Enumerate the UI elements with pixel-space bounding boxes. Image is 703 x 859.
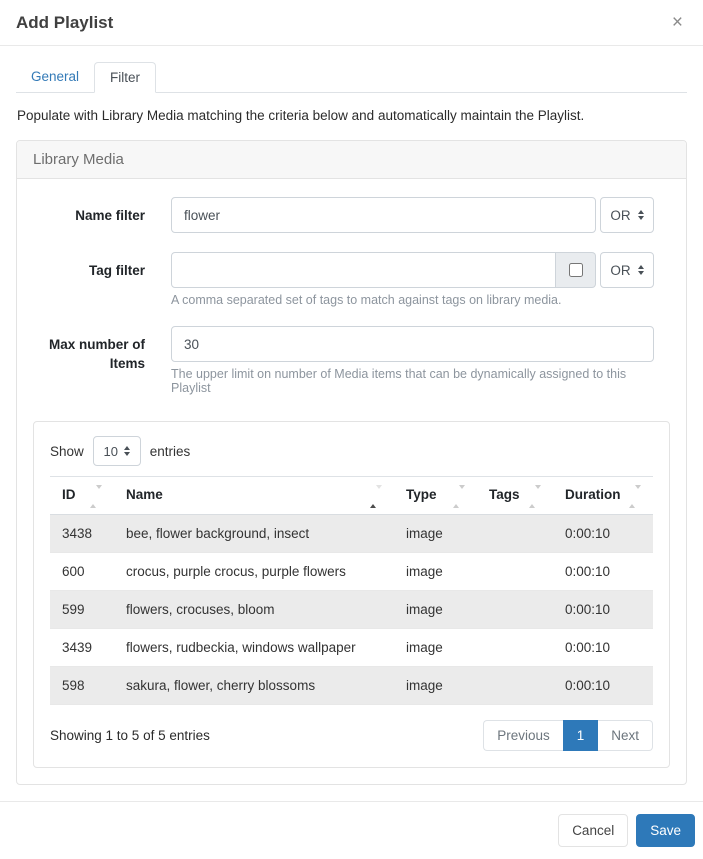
column-header-id[interactable]: ID: [50, 477, 114, 515]
cell-tags: [477, 629, 553, 667]
table-length-control: Show 10 entries: [50, 436, 653, 466]
page-length-select[interactable]: 10: [93, 436, 141, 466]
name-filter-field: OR: [171, 197, 654, 233]
cell-type: image: [394, 515, 477, 553]
column-header-name[interactable]: Name: [114, 477, 394, 515]
cell-type: image: [394, 591, 477, 629]
modal-header: Add Playlist ×: [0, 0, 703, 46]
cell-tags: [477, 667, 553, 705]
table-row: 600 crocus, purple crocus, purple flower…: [50, 553, 653, 591]
library-media-card: Library Media Name filter OR: [16, 140, 687, 785]
sort-asc-icon: [370, 489, 382, 504]
tab-bar: General Filter: [16, 62, 687, 93]
cell-type: image: [394, 629, 477, 667]
name-filter-operator-value: OR: [610, 208, 630, 223]
cell-tags: [477, 591, 553, 629]
select-caret-icon: [638, 265, 644, 275]
cell-type: image: [394, 667, 477, 705]
table-row: 3438 bee, flower background, insect imag…: [50, 515, 653, 553]
table-row: 598 sakura, flower, cherry blossoms imag…: [50, 667, 653, 705]
cancel-button[interactable]: Cancel: [558, 814, 628, 847]
select-caret-icon: [638, 210, 644, 220]
column-header-type[interactable]: Type: [394, 477, 477, 515]
modal-title: Add Playlist: [16, 13, 113, 33]
media-table: ID Name Type: [50, 476, 653, 705]
max-items-help: The upper limit on number of Media items…: [171, 367, 654, 395]
tag-filter-label: Tag filter: [33, 252, 145, 307]
table-row: 3439 flowers, rudbeckia, windows wallpap…: [50, 629, 653, 667]
sort-icon: [629, 489, 641, 504]
cell-duration: 0:00:10: [553, 553, 653, 591]
filter-description: Populate with Library Media matching the…: [17, 108, 686, 123]
tag-filter-input[interactable]: [171, 252, 556, 288]
close-icon[interactable]: ×: [668, 11, 687, 34]
media-table-card: Show 10 entries ID: [33, 421, 670, 768]
cell-id: 600: [50, 553, 114, 591]
tab-filter[interactable]: Filter: [94, 62, 156, 93]
max-items-input[interactable]: [171, 326, 654, 362]
tag-filter-operator-select[interactable]: OR: [600, 252, 654, 288]
modal-body: General Filter Populate with Library Med…: [0, 46, 703, 801]
column-header-duration[interactable]: Duration: [553, 477, 653, 515]
max-items-row: Max number of Items The upper limit on n…: [33, 326, 670, 395]
add-playlist-modal: Add Playlist × General Filter Populate w…: [0, 0, 703, 841]
tab-general[interactable]: General: [16, 62, 94, 93]
sort-icon: [453, 489, 465, 504]
cell-type: image: [394, 553, 477, 591]
cell-id: 3438: [50, 515, 114, 553]
column-header-tags[interactable]: Tags: [477, 477, 553, 515]
select-caret-icon: [124, 446, 130, 456]
cell-name: sakura, flower, cherry blossoms: [114, 667, 394, 705]
cell-id: 599: [50, 591, 114, 629]
name-filter-operator-select[interactable]: OR: [600, 197, 654, 233]
cell-duration: 0:00:10: [553, 629, 653, 667]
name-filter-label: Name filter: [33, 197, 145, 233]
cell-name: bee, flower background, insect: [114, 515, 394, 553]
cell-name: flowers, crocuses, bloom: [114, 591, 394, 629]
table-footer: Showing 1 to 5 of 5 entries Previous 1 N…: [50, 720, 653, 751]
entries-label: entries: [150, 444, 191, 459]
max-items-label: Max number of Items: [33, 326, 145, 395]
pagination-previous[interactable]: Previous: [483, 720, 563, 751]
tag-filter-field: OR A comma separated set of tags to matc…: [171, 252, 654, 307]
cell-duration: 0:00:10: [553, 667, 653, 705]
cell-id: 598: [50, 667, 114, 705]
tag-filter-row: Tag filter OR A comma sepa: [33, 252, 670, 307]
pagination-page-1[interactable]: 1: [563, 720, 599, 751]
sort-icon: [529, 489, 541, 504]
library-media-body: Name filter OR Tag filter: [17, 179, 686, 784]
sort-icon: [90, 489, 102, 504]
name-filter-row: Name filter OR: [33, 197, 670, 233]
cell-id: 3439: [50, 629, 114, 667]
cell-tags: [477, 515, 553, 553]
cell-name: crocus, purple crocus, purple flowers: [114, 553, 394, 591]
table-row: 599 flowers, crocuses, bloom image 0:00:…: [50, 591, 653, 629]
modal-footer: Cancel Save: [0, 801, 703, 859]
cell-duration: 0:00:10: [553, 591, 653, 629]
show-label: Show: [50, 444, 84, 459]
cell-name: flowers, rudbeckia, windows wallpaper: [114, 629, 394, 667]
table-info: Showing 1 to 5 of 5 entries: [50, 728, 210, 743]
save-button[interactable]: Save: [636, 814, 695, 847]
page-length-value: 10: [104, 444, 118, 459]
tag-exact-match-checkbox[interactable]: [569, 263, 583, 277]
library-media-header: Library Media: [17, 141, 686, 179]
media-table-header-row: ID Name Type: [50, 477, 653, 515]
tag-exact-match-addon: [556, 252, 596, 288]
pagination-next[interactable]: Next: [598, 720, 653, 751]
cell-duration: 0:00:10: [553, 515, 653, 553]
tag-filter-help: A comma separated set of tags to match a…: [171, 293, 654, 307]
name-filter-input[interactable]: [171, 197, 596, 233]
pagination: Previous 1 Next: [483, 720, 653, 751]
tag-filter-operator-value: OR: [610, 263, 630, 278]
cell-tags: [477, 553, 553, 591]
max-items-field: The upper limit on number of Media items…: [171, 326, 654, 395]
